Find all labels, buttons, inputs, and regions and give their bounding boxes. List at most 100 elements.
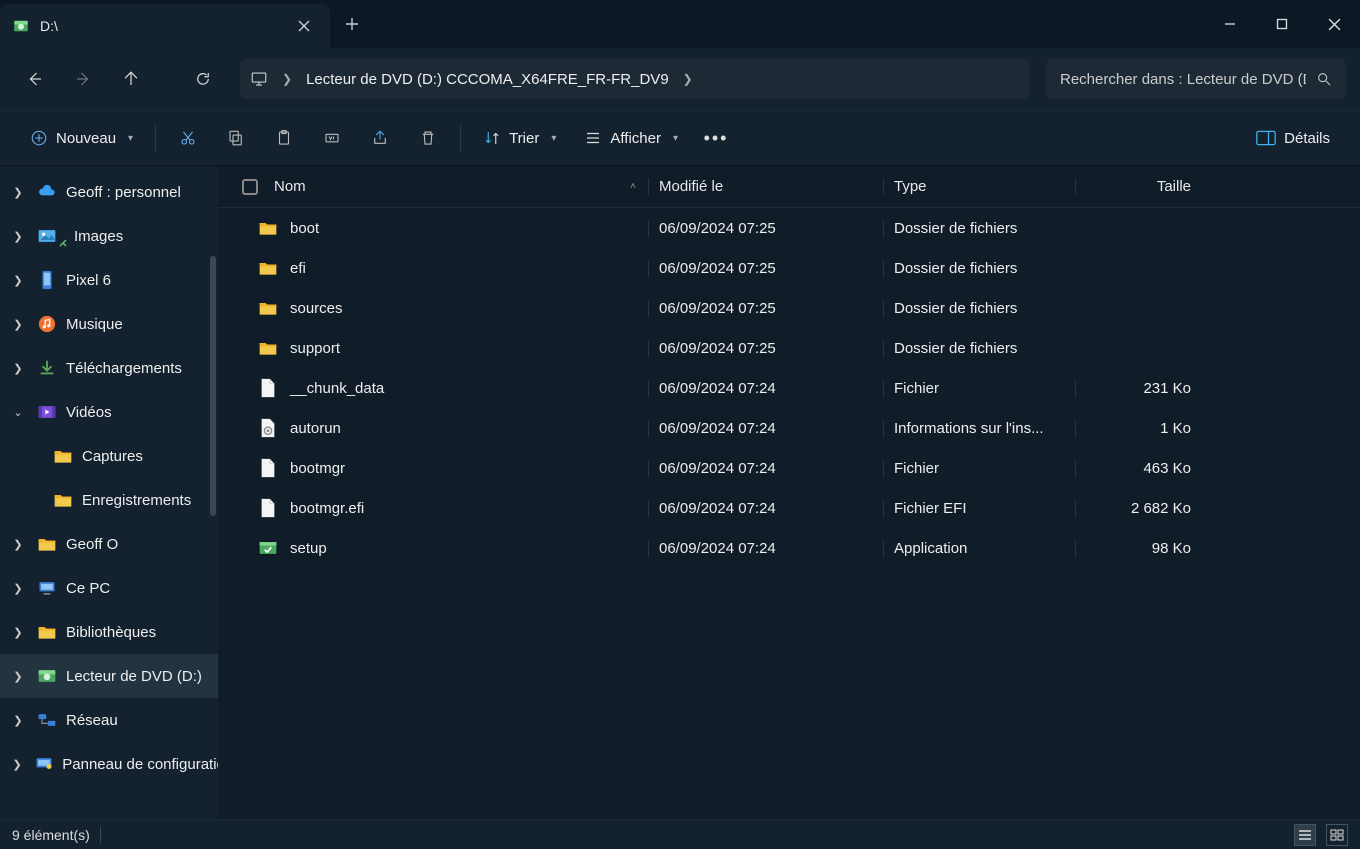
folder-icon bbox=[52, 445, 74, 467]
delete-button[interactable] bbox=[406, 119, 450, 157]
sidebar-item-label: Pixel 6 bbox=[66, 272, 111, 289]
forward-button[interactable] bbox=[62, 58, 104, 100]
file-size: 98 Ko bbox=[1075, 540, 1205, 557]
tab-close-button[interactable] bbox=[290, 12, 318, 40]
music-icon bbox=[36, 313, 58, 335]
file-row[interactable]: bootmgr.efi06/09/2024 07:24Fichier EFI2 … bbox=[218, 488, 1360, 528]
minimize-button[interactable] bbox=[1204, 0, 1256, 48]
back-button[interactable] bbox=[14, 58, 56, 100]
file-name: __chunk_data bbox=[290, 380, 384, 397]
chevron-right-icon[interactable]: ❯ bbox=[679, 72, 697, 86]
window-controls bbox=[1204, 0, 1360, 48]
chevron-icon[interactable]: ❯ bbox=[8, 538, 28, 551]
search-input[interactable]: Rechercher dans : Lecteur de DVD (D:) CC… bbox=[1046, 59, 1346, 99]
header-modified[interactable]: Modifié le bbox=[648, 178, 883, 195]
sidebar-item[interactable]: ❯Bibliothèques bbox=[0, 610, 218, 654]
sidebar-item-label: Téléchargements bbox=[66, 360, 182, 377]
sidebar: ❯Geoff : personnel❯Images❯Pixel 6❯Musiqu… bbox=[0, 166, 218, 819]
new-tab-button[interactable] bbox=[330, 0, 374, 48]
status-bar: 9 élément(s) bbox=[0, 819, 1360, 849]
breadcrumb-segment[interactable]: Lecteur de DVD (D:) CCCOMA_X64FRE_FR-FR_… bbox=[306, 71, 669, 88]
video-icon bbox=[36, 401, 58, 423]
sidebar-item[interactable]: ❯Geoff : personnel bbox=[0, 170, 218, 214]
folder-icon bbox=[258, 338, 278, 358]
sidebar-item[interactable]: ❯ Pixel 6 bbox=[0, 258, 218, 302]
sidebar-item-label: Enregistrements bbox=[82, 492, 191, 509]
file-row[interactable]: boot06/09/2024 07:25Dossier de fichiers bbox=[218, 208, 1360, 248]
sidebar-scrollbar[interactable] bbox=[210, 256, 216, 516]
cut-button[interactable] bbox=[166, 119, 210, 157]
sidebar-item-label: Images bbox=[74, 228, 123, 245]
chevron-icon[interactable]: ❯ bbox=[8, 582, 28, 595]
header-size[interactable]: Taille bbox=[1075, 178, 1205, 195]
phone-icon bbox=[36, 269, 58, 291]
chevron-icon[interactable]: ❯ bbox=[8, 758, 26, 771]
file-name: sources bbox=[290, 300, 343, 317]
chevron-icon[interactable]: ⌄ bbox=[8, 406, 28, 419]
file-modified: 06/09/2024 07:24 bbox=[648, 540, 883, 557]
sidebar-item[interactable]: Captures bbox=[0, 434, 218, 478]
file-row[interactable]: efi06/09/2024 07:25Dossier de fichiers bbox=[218, 248, 1360, 288]
dvd-icon bbox=[36, 665, 58, 687]
sidebar-item[interactable]: ❯Panneau de configuration bbox=[0, 742, 218, 786]
chevron-icon[interactable]: ❯ bbox=[8, 274, 28, 287]
file-row[interactable]: bootmgr06/09/2024 07:24Fichier463 Ko bbox=[218, 448, 1360, 488]
chevron-right-icon[interactable]: ❯ bbox=[278, 72, 296, 86]
sidebar-item[interactable]: ❯Musique bbox=[0, 302, 218, 346]
chevron-icon[interactable]: ❯ bbox=[8, 626, 28, 639]
sidebar-item[interactable]: ⌄ Vidéos bbox=[0, 390, 218, 434]
sort-button[interactable]: Trier ▾ bbox=[471, 119, 568, 157]
details-view-toggle[interactable] bbox=[1294, 824, 1316, 846]
maximize-button[interactable] bbox=[1256, 0, 1308, 48]
sidebar-item[interactable]: ❯Réseau bbox=[0, 698, 218, 742]
file-row[interactable]: autorun06/09/2024 07:24Informations sur … bbox=[218, 408, 1360, 448]
close-button[interactable] bbox=[1308, 0, 1360, 48]
chevron-icon[interactable]: ❯ bbox=[8, 714, 28, 727]
copy-button[interactable] bbox=[214, 119, 258, 157]
refresh-button[interactable] bbox=[182, 58, 224, 100]
details-pane-button[interactable]: Détails bbox=[1244, 119, 1342, 157]
file-row[interactable]: support06/09/2024 07:25Dossier de fichie… bbox=[218, 328, 1360, 368]
chevron-icon[interactable]: ❯ bbox=[8, 670, 28, 683]
sidebar-item-label: Geoff O bbox=[66, 536, 118, 553]
sidebar-item-label: Vidéos bbox=[66, 404, 112, 421]
pc-icon bbox=[36, 577, 58, 599]
header-name[interactable]: Nom ˄ bbox=[218, 178, 648, 195]
chevron-icon[interactable]: ❯ bbox=[8, 230, 28, 243]
folder-icon bbox=[258, 218, 278, 238]
sidebar-item[interactable]: ❯Lecteur de DVD (D:) bbox=[0, 654, 218, 698]
sidebar-item[interactable]: ❯ Geoff O bbox=[0, 522, 218, 566]
address-bar[interactable]: ❯ Lecteur de DVD (D:) CCCOMA_X64FRE_FR-F… bbox=[240, 59, 1030, 99]
titlebar: D:\ bbox=[0, 0, 1360, 48]
more-button[interactable]: ••• bbox=[694, 119, 738, 157]
file-name: efi bbox=[290, 260, 306, 277]
file-type: Dossier de fichiers bbox=[883, 300, 1075, 317]
sidebar-item[interactable]: Enregistrements bbox=[0, 478, 218, 522]
header-type[interactable]: Type bbox=[883, 178, 1075, 195]
paste-button[interactable] bbox=[262, 119, 306, 157]
select-all-checkbox[interactable] bbox=[242, 179, 258, 195]
new-button[interactable]: Nouveau ▾ bbox=[18, 119, 145, 157]
sidebar-item[interactable]: ❯ Téléchargements bbox=[0, 346, 218, 390]
share-button[interactable] bbox=[358, 119, 402, 157]
up-button[interactable] bbox=[110, 58, 152, 100]
sidebar-item-label: Ce PC bbox=[66, 580, 110, 597]
file-row[interactable]: sources 06/09/2024 07:25Dossier de fichie… bbox=[218, 288, 1360, 328]
rename-button[interactable] bbox=[310, 119, 354, 157]
app-icon bbox=[258, 538, 278, 558]
view-button[interactable]: Afficher ▾ bbox=[572, 119, 690, 157]
toolbar: Nouveau ▾ Trier ▾ Afficher ▾ ••• Détails bbox=[0, 110, 1360, 166]
chevron-icon[interactable]: ❯ bbox=[8, 318, 28, 331]
chevron-icon[interactable]: ❯ bbox=[8, 186, 28, 199]
tab-current[interactable]: D:\ bbox=[0, 4, 330, 48]
sidebar-item-label: Captures bbox=[82, 448, 143, 465]
file-row[interactable]: setup06/09/2024 07:24Application98 Ko bbox=[218, 528, 1360, 568]
sidebar-item[interactable]: ❯ Ce PC bbox=[0, 566, 218, 610]
file-row[interactable]: __chunk_data06/09/2024 07:24Fichier231 K… bbox=[218, 368, 1360, 408]
folder-icon bbox=[258, 298, 278, 318]
chevron-icon[interactable]: ❯ bbox=[8, 362, 28, 375]
sidebar-item[interactable]: ❯ Images bbox=[0, 214, 218, 258]
file-modified: 06/09/2024 07:25 bbox=[648, 300, 883, 317]
chevron-down-icon: ▾ bbox=[551, 133, 556, 144]
thumbnails-view-toggle[interactable] bbox=[1326, 824, 1348, 846]
